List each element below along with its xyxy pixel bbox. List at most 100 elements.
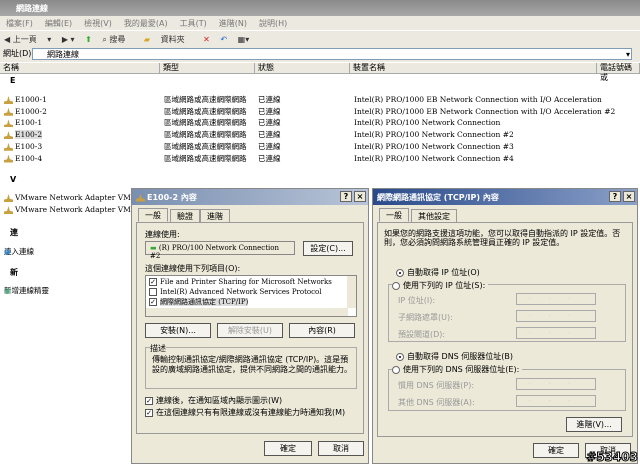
radio[interactable]: [392, 365, 400, 374]
col-device[interactable]: 裝置名稱: [350, 63, 597, 74]
install-button[interactable]: 安裝(N)...: [145, 323, 211, 338]
menu-bar: 檔案(F) 編輯(E) 檢視(V) 我的最愛(A) 工具(T) 進階(N) 說明(H): [0, 16, 640, 30]
ip-address-field[interactable]: . . .: [516, 293, 596, 305]
items-label: 這個連線使用下列項目(O):: [145, 264, 241, 273]
radio[interactable]: [396, 268, 404, 277]
checkbox[interactable]: ✓: [145, 396, 153, 405]
forward-button[interactable]: ▶ ▾: [62, 35, 75, 44]
menu-file[interactable]: 檔案(F): [6, 19, 33, 28]
checkbox[interactable]: ✓: [149, 298, 157, 306]
help-button[interactable]: ?: [340, 191, 352, 202]
ok-button[interactable]: 確定: [533, 443, 579, 458]
help-button[interactable]: ?: [609, 191, 621, 202]
vertical-scrollbar[interactable]: [347, 276, 356, 308]
network-icon: [136, 193, 145, 202]
col-phone[interactable]: 電話號碼或: [597, 63, 640, 82]
tab-panel: 連線使用: ▬ (R) PRO/100 Network Connection #…: [136, 222, 364, 434]
menu-tools[interactable]: 工具(T): [180, 19, 207, 28]
radio[interactable]: [396, 352, 404, 361]
cell-name: E100-2: [15, 130, 43, 140]
undo-icon[interactable]: ↶: [220, 35, 227, 44]
cell-type: 區域網路或高速網際網路: [164, 153, 247, 163]
subnet-mask-field[interactable]: . . .: [516, 310, 596, 322]
close-button[interactable]: ×: [354, 191, 366, 202]
show-icon-option[interactable]: ✓ 連線後，在通知區域內顯示圖示(W): [145, 395, 282, 406]
menu-view[interactable]: 檢視(V): [84, 19, 112, 28]
menu-edit[interactable]: 編輯(E): [45, 19, 72, 28]
radio[interactable]: [392, 281, 400, 290]
col-name[interactable]: 名稱: [0, 63, 160, 74]
manual-dns-radio[interactable]: 使用下列的 DNS 伺服器位址(E):: [392, 364, 523, 375]
table-row[interactable]: E100-1 區域網路或高速網際網路 已連線 Intel(R) PRO/100 …: [4, 117, 604, 128]
menu-help[interactable]: 說明(H): [259, 19, 287, 28]
gateway-label: 預設閘道(D):: [398, 330, 446, 339]
cell-status: 已連線: [258, 153, 281, 163]
cell-device: Intel(R) PRO/1000 EB Network Connection …: [354, 95, 602, 104]
configure-button[interactable]: 設定(C)...: [303, 241, 353, 256]
adapter-icon: ▬: [150, 244, 157, 252]
col-status[interactable]: 狀態: [255, 63, 350, 74]
tab-authentication[interactable]: 驗證: [170, 209, 200, 222]
preferred-dns-label: 慣用 DNS 伺服器(P):: [398, 381, 475, 390]
table-row[interactable]: E100-2 區域網路或高速網際網路 已連線 Intel(R) PRO/100 …: [4, 129, 604, 140]
address-label: 網址(D): [3, 49, 32, 58]
notify-option[interactable]: ✓ 在這個連線只有有限連線或沒有連線能力時通知我(M): [145, 407, 345, 418]
table-row[interactable]: E100-3 區域網路或高速網際網路 已連線 Intel(R) PRO/100 …: [4, 141, 604, 152]
component-item[interactable]: ✓ 網際網路通訊協定 (TCP/IP): [146, 296, 356, 308]
tab-advanced[interactable]: 進階: [200, 209, 230, 222]
tab-general[interactable]: 一般: [138, 208, 168, 222]
folders-button[interactable]: ▰ 資料夾: [144, 35, 193, 44]
delete-icon[interactable]: ✕: [203, 35, 210, 44]
component-item[interactable]: Intel(R) Advanced Network Services Proto…: [146, 288, 356, 296]
preferred-dns-field[interactable]: . . .: [516, 378, 596, 390]
properties-button[interactable]: 內容(R): [289, 323, 355, 338]
address-input[interactable]: 網路連線 ▾: [32, 48, 632, 60]
menu-advanced[interactable]: 進階(N): [219, 19, 247, 28]
views-button[interactable]: ▦▾: [238, 35, 250, 44]
ok-button[interactable]: 確定: [264, 441, 312, 456]
checkbox[interactable]: ✓: [145, 408, 153, 417]
tab-general[interactable]: 一般: [379, 208, 409, 222]
dialog-title-bar: E100-2 內容 ? ×: [132, 189, 368, 205]
checkbox[interactable]: [149, 288, 157, 296]
tab-alternate[interactable]: 其他設定: [411, 209, 457, 222]
advanced-button[interactable]: 進階(V)...: [566, 417, 622, 432]
auto-ip-radio[interactable]: 自動取得 IP 位址(O): [396, 267, 480, 278]
cell-name: E100-3: [15, 141, 43, 151]
tab-panel: 如果您的網路支援這項功能，您可以取得自動指派的 IP 設定值。否則，您必須詢問網…: [377, 222, 633, 437]
back-button[interactable]: ◀ 上一頁 ▾: [4, 35, 51, 44]
horizontal-scrollbar[interactable]: [146, 308, 348, 316]
menu-favorites[interactable]: 我的最愛(A): [124, 19, 168, 28]
network-icon: [4, 96, 13, 104]
gateway-field[interactable]: . . .: [516, 327, 596, 339]
up-button[interactable]: ⬆: [85, 35, 92, 44]
table-row[interactable]: E1000-1 區域網路或高速網際網路 已連線 Intel(R) PRO/100…: [4, 94, 604, 105]
manual-ip-radio[interactable]: 使用下列的 IP 位址(S):: [392, 280, 489, 291]
col-type[interactable]: 類型: [160, 63, 255, 74]
group-header-incoming: 連: [10, 228, 18, 237]
component-item[interactable]: ✓ File and Printer Sharing for Microsoft …: [146, 276, 356, 288]
table-row[interactable]: E100-4 區域網路或高速網際網路 已連線 Intel(R) PRO/100 …: [4, 153, 604, 164]
dropdown-icon[interactable]: ▾: [626, 49, 630, 60]
table-row[interactable]: E1000-2 區域網路或高速網際網路 已連線 Intel(R) PRO/100…: [4, 106, 615, 117]
components-list[interactable]: ✓ File and Printer Sharing for Microsoft …: [145, 275, 357, 317]
network-icon: [4, 154, 13, 163]
cell-type: 區域網路或高速網際網路: [164, 118, 247, 128]
checkbox[interactable]: ✓: [149, 278, 157, 286]
close-button[interactable]: ×: [623, 191, 635, 202]
description-group: 描述 傳輸控制通訊協定/網際網路通訊協定 (TCP/IP)。這是預設的廣域網路通…: [145, 343, 357, 389]
alternate-dns-field[interactable]: . . .: [516, 395, 596, 407]
uninstall-button[interactable]: 解除安裝(U): [217, 323, 283, 338]
cell-device: Intel(R) PRO/1000 EB Network Connection …: [354, 106, 616, 116]
search-button[interactable]: ⌕ 搜尋: [102, 35, 133, 44]
cancel-button[interactable]: 取消: [318, 441, 364, 456]
toolbar: ◀ 上一頁 ▾ ▶ ▾ ⬆ ⌕ 搜尋 ▰ 資料夾 ✕ ↶ ▦▾: [0, 30, 640, 46]
network-icon: [4, 142, 13, 151]
description-text: 傳輸控制通訊協定/網際網路通訊協定 (TCP/IP)。這是預設的廣域網路通訊協定…: [152, 355, 352, 374]
auto-dns-radio[interactable]: 自動取得 DNS 伺服器位址(B): [396, 351, 513, 362]
connect-using-label: 連線使用:: [145, 230, 180, 239]
mask-label: 子網路遮罩(U):: [398, 313, 453, 322]
cell-type: 區域網路或高速網際網路: [164, 130, 247, 140]
column-header: 名稱 類型 狀態 裝置名稱 電話號碼或: [0, 63, 640, 82]
cell-device: Intel(R) PRO/100 Network Connection: [354, 118, 501, 128]
